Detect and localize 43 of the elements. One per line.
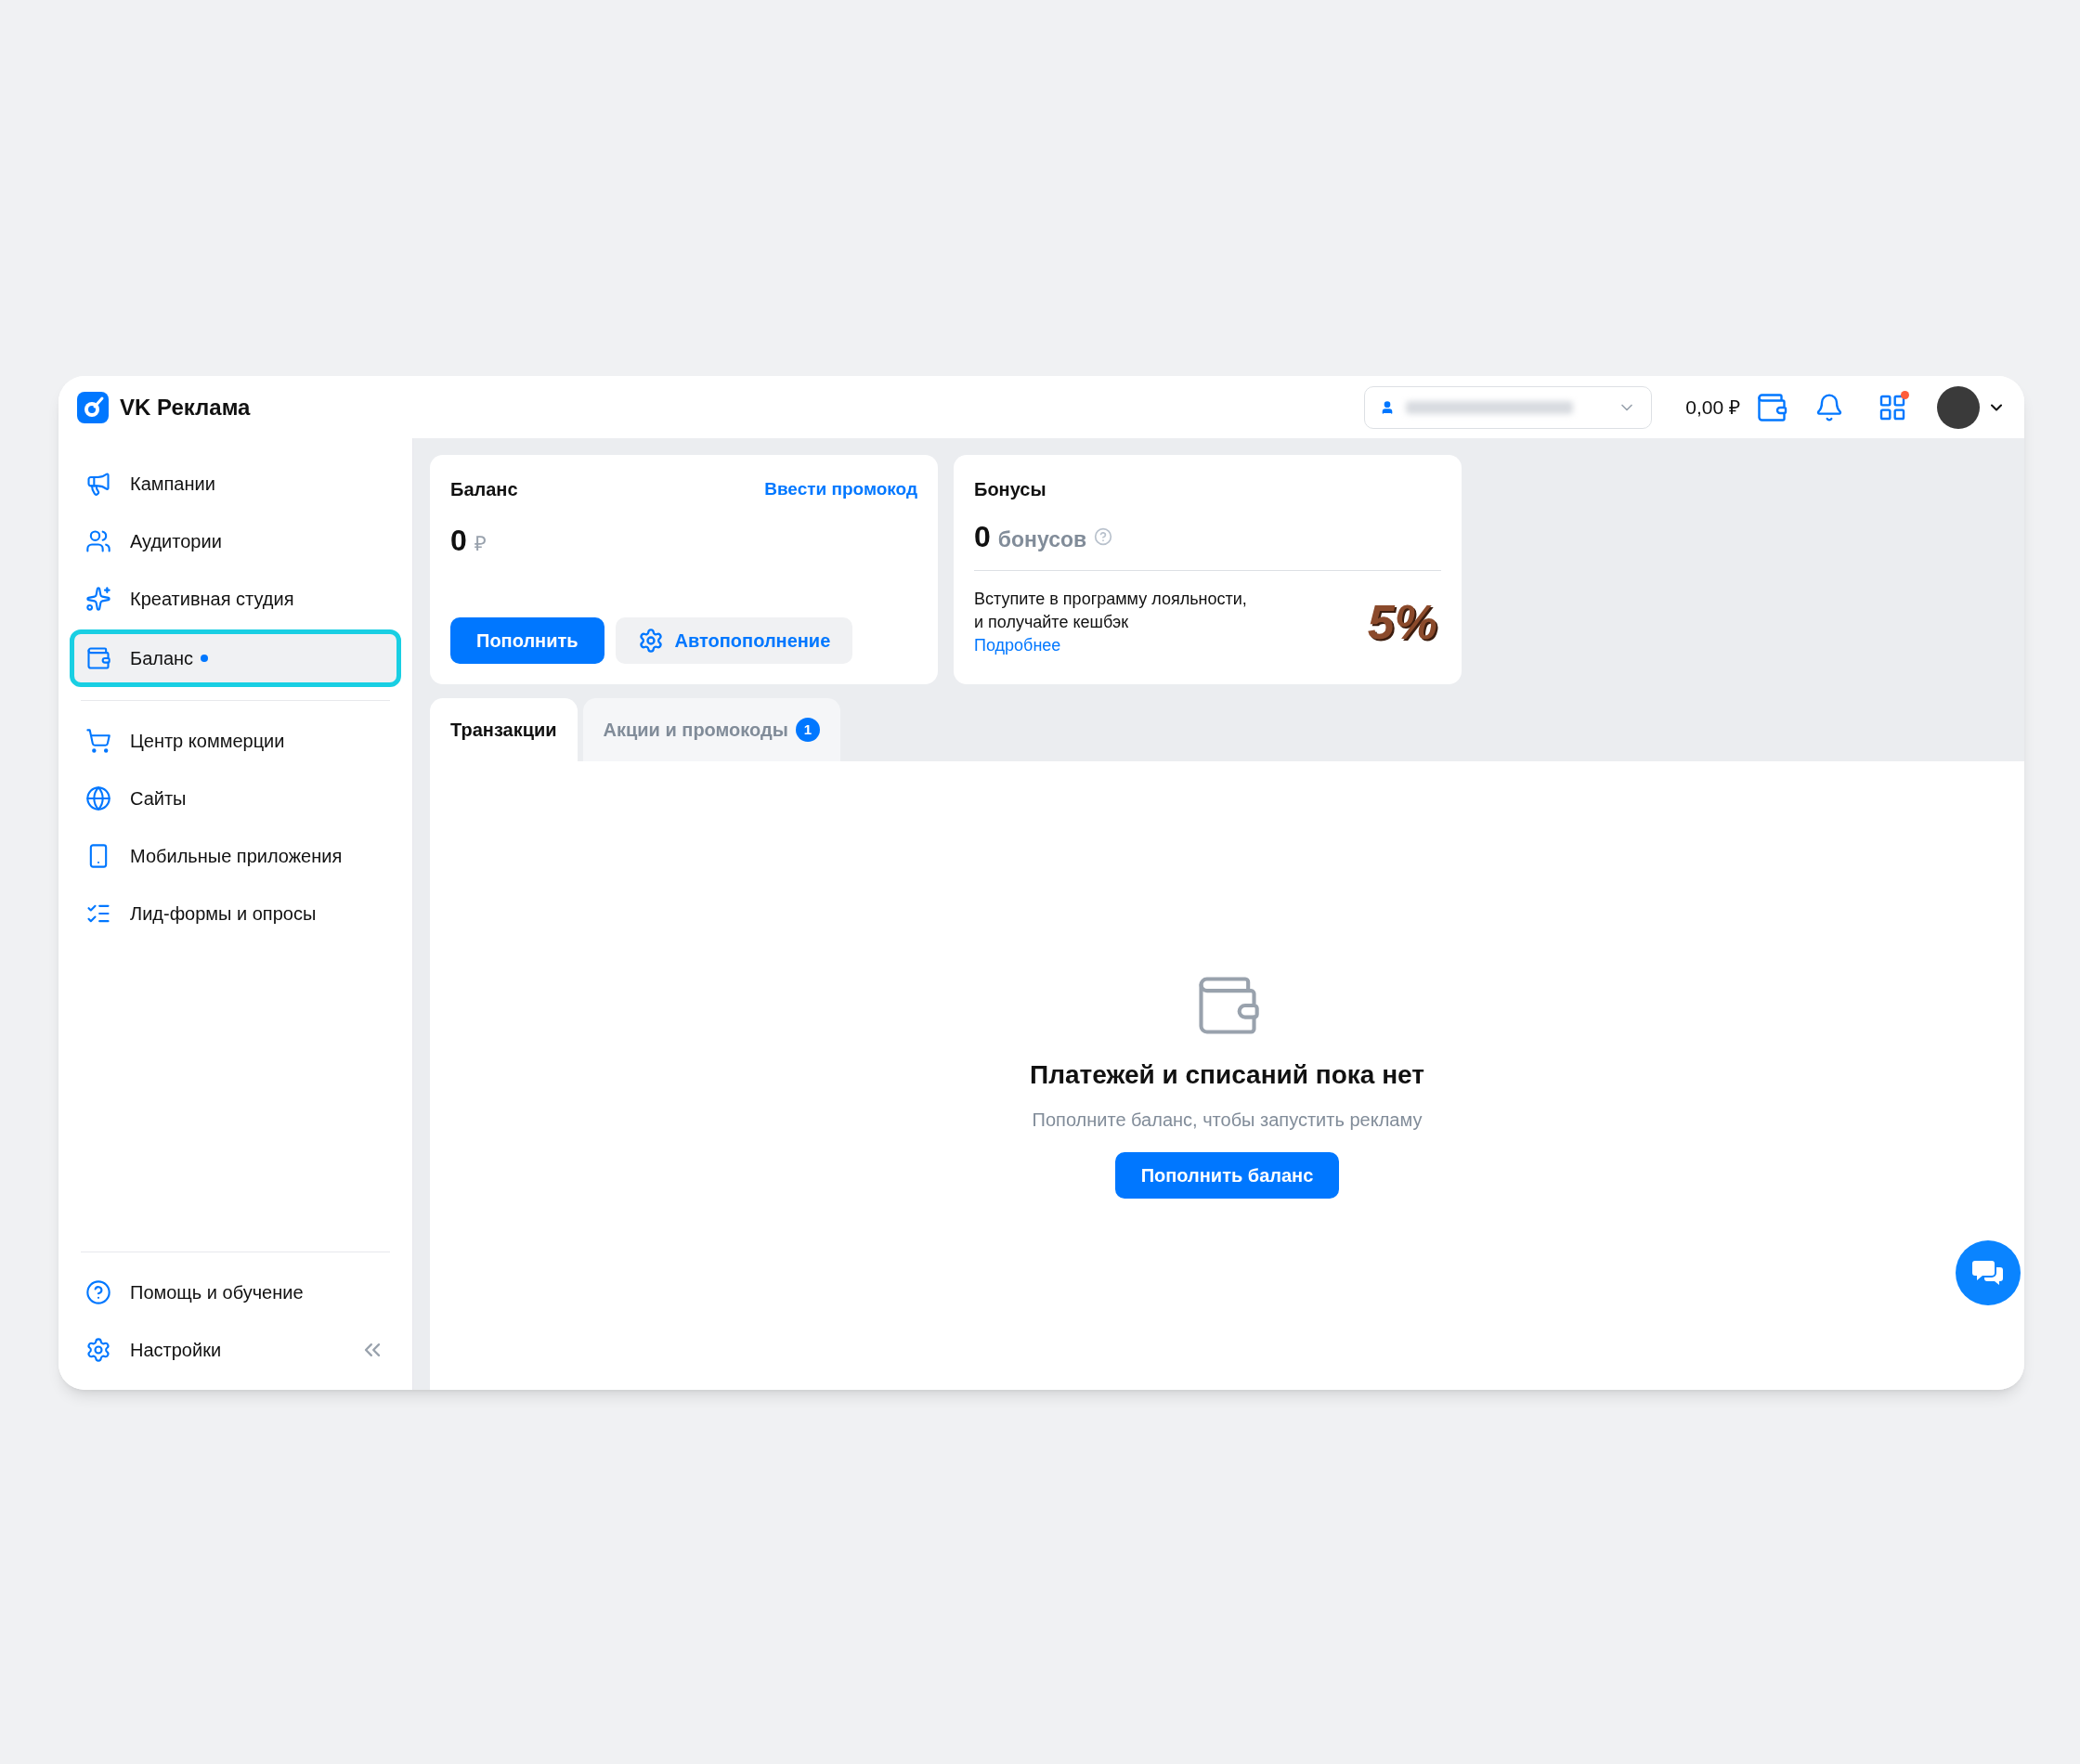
tab[interactable]: Транзакции [430, 698, 578, 761]
bonus-amount: 0 [974, 519, 991, 555]
gear-icon [637, 628, 664, 654]
more-link[interactable]: Подробнее [974, 633, 1368, 657]
card-title: Баланс [450, 478, 518, 501]
tab[interactable]: Акции и промокоды 1 [582, 698, 840, 761]
sidebar-item[interactable]: Мобильные приложения [70, 827, 401, 885]
loyalty-text: Вступите в программу лояльности, и получайте кешбэк [974, 588, 1248, 633]
balance-amount: 0 [450, 523, 467, 559]
header-balance: 0,00 ₽ [1685, 395, 1740, 420]
top-up-balance-button[interactable]: Пополнить баланс [1114, 1152, 1340, 1199]
sidebar-item[interactable]: Лид-формы и опросы [70, 885, 401, 942]
promo-code-link[interactable]: Ввести промокод [764, 475, 917, 503]
sidebar-item[interactable]: Помощь и обучение [85, 1278, 304, 1306]
sidebar-item[interactable]: Аудитории [70, 512, 401, 570]
globe-icon [85, 785, 111, 811]
cart-icon [85, 728, 111, 754]
sidebar-item[interactable]: Кампании [70, 455, 401, 512]
avatar[interactable] [1937, 385, 1980, 429]
sidebar-item[interactable]: Сайты [70, 770, 401, 827]
bell-icon[interactable] [1814, 392, 1844, 422]
currency-sign: ₽ [474, 531, 487, 557]
wallet-icon [85, 645, 111, 671]
chat-bubbles-icon [1971, 1259, 2005, 1287]
auto-top-up-button[interactable]: Автопополнение [615, 617, 853, 664]
empty-state-title: Платежей и списаний пока нет [1030, 1059, 1424, 1091]
sidebar-item[interactable]: Центр коммерции [70, 712, 401, 770]
empty-state-subtitle: Пополните баланс, чтобы запустить рекламу [1032, 1109, 1423, 1132]
app-title: VK Реклама [120, 393, 251, 422]
settings-icon [85, 1337, 111, 1363]
sidebar-item[interactable]: Креативная студия [70, 570, 401, 628]
logo-icon [77, 391, 109, 423]
top-up-button[interactable]: Пополнить [450, 617, 604, 664]
count-badge: 1 [795, 718, 820, 742]
sidebar-item[interactable]: Настройки [85, 1336, 222, 1364]
sparkles-icon [85, 586, 111, 612]
cashback-percent: 5% [1367, 594, 1438, 651]
megaphone-icon [85, 471, 111, 497]
users-icon [85, 528, 111, 554]
sidebar-item[interactable]: Баланс [70, 629, 401, 687]
help-icon [85, 1279, 111, 1305]
bonus-unit: бонусов [997, 526, 1087, 553]
card-title: Бонусы [974, 478, 1047, 501]
